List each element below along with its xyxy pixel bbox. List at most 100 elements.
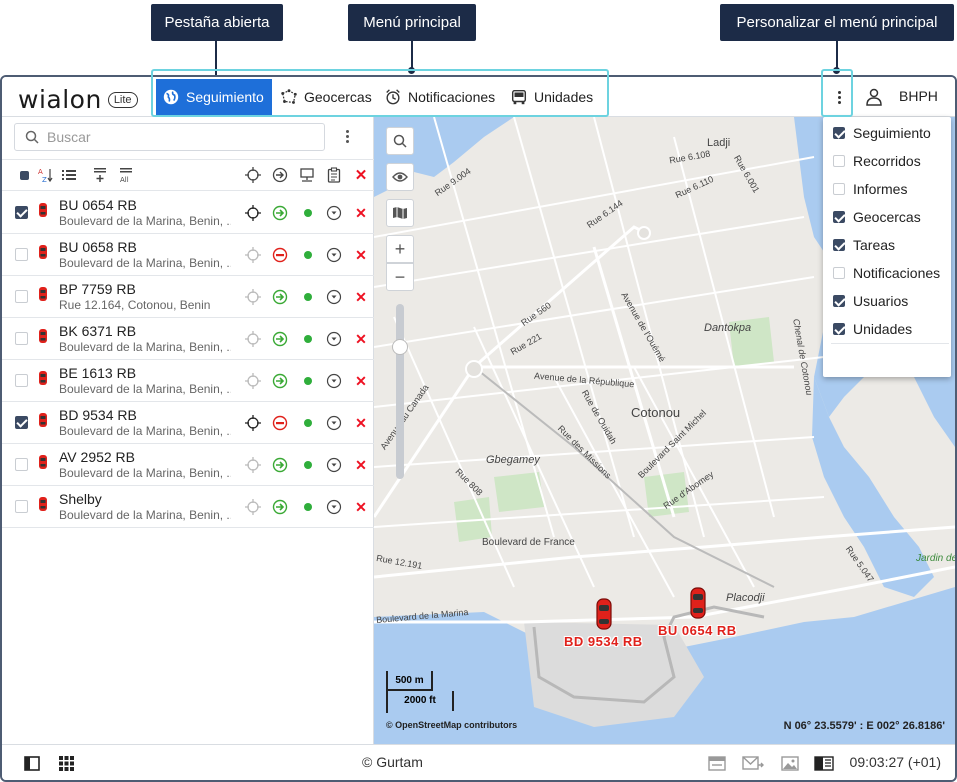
unit-row[interactable]: BP 7759 RB Rue 12.164, Cotonou, Benin ✕ (2, 276, 374, 318)
motion-arrow-icon[interactable] (271, 372, 289, 390)
locate-crosshair-icon[interactable] (244, 456, 262, 474)
menu-item[interactable]: Unidades (823, 315, 951, 343)
remove-all-icon[interactable]: ✕ (353, 167, 369, 184)
locate-crosshair-icon[interactable] (244, 414, 262, 432)
unit-checkbox[interactable] (15, 416, 28, 429)
unit-row[interactable]: AV 2952 RB Boulevard de la Marina, Benin… (2, 444, 374, 486)
stop-icon[interactable] (271, 246, 289, 264)
menu-item-checkbox[interactable] (833, 183, 845, 195)
unit-name[interactable]: BU 0654 RB (59, 197, 137, 213)
locate-crosshair-icon[interactable] (244, 288, 262, 306)
commands-dropdown-icon[interactable] (325, 330, 343, 348)
unit-marker-car-icon[interactable] (594, 597, 614, 631)
remove-unit-icon[interactable]: ✕ (352, 288, 370, 306)
tab-notificaciones[interactable]: Notificaciones (378, 79, 501, 115)
locate-header-icon[interactable] (245, 167, 261, 183)
map-attribution[interactable]: © OpenStreetMap contributors (386, 720, 517, 730)
unit-checkbox[interactable] (15, 290, 28, 303)
unit-name[interactable]: BU 0658 RB (59, 239, 137, 255)
user-name[interactable]: BHPH (899, 88, 938, 104)
commands-dropdown-icon[interactable] (325, 372, 343, 390)
locate-crosshair-icon[interactable] (244, 372, 262, 390)
unit-name[interactable]: BE 1613 RB (59, 365, 136, 381)
unit-row[interactable]: Shelby Boulevard de la Marina, Benin, ..… (2, 486, 374, 528)
zoom-in-button[interactable]: + (386, 235, 414, 263)
menu-item[interactable]: Seguimiento (823, 119, 951, 147)
unit-checkbox[interactable] (15, 500, 28, 513)
motion-arrow-icon[interactable] (271, 204, 289, 222)
map-search-button[interactable] (386, 127, 414, 155)
menu-item[interactable]: Tareas (823, 231, 951, 259)
unit-marker-label[interactable]: BU 0654 RB (658, 623, 737, 638)
add-group-icon[interactable] (92, 167, 108, 183)
unit-name[interactable]: BP 7759 RB (59, 281, 136, 297)
motion-arrow-icon[interactable] (271, 330, 289, 348)
menu-item-checkbox[interactable] (833, 323, 845, 335)
unit-row[interactable]: BU 0658 RB Boulevard de la Marina, Benin… (2, 234, 374, 276)
remove-unit-icon[interactable]: ✕ (352, 372, 370, 390)
image-icon[interactable] (781, 756, 799, 771)
unit-checkbox[interactable] (15, 458, 28, 471)
tab-unidades[interactable]: Unidades (504, 79, 599, 115)
unit-checkbox[interactable] (15, 206, 28, 219)
unit-name[interactable]: Shelby (59, 491, 102, 507)
footer-copyright[interactable]: © Gurtam (362, 754, 423, 770)
unit-name[interactable]: BD 9534 RB (59, 407, 137, 423)
unit-checkbox[interactable] (15, 248, 28, 261)
wialon-logo[interactable]: wialon Lite (18, 85, 138, 114)
zoom-slider-handle[interactable] (392, 339, 408, 355)
commands-dropdown-icon[interactable] (325, 414, 343, 432)
unit-row[interactable]: BD 9534 RB Boulevard de la Marina, Benin… (2, 402, 374, 444)
remove-unit-icon[interactable]: ✕ (352, 456, 370, 474)
select-all-checkbox[interactable] (16, 167, 32, 183)
tab-seguimiento[interactable]: Seguimiento (156, 79, 272, 115)
add-all-icon[interactable]: All (118, 167, 134, 183)
apps-grid-icon[interactable] (59, 756, 74, 771)
search-input[interactable]: Buscar (14, 123, 325, 151)
commands-dropdown-icon[interactable] (325, 246, 343, 264)
menu-item[interactable]: Geocercas (823, 203, 951, 231)
toggle-panel-icon[interactable] (24, 756, 40, 771)
motion-arrow-icon[interactable] (271, 288, 289, 306)
locate-crosshair-icon[interactable] (244, 246, 262, 264)
unit-name[interactable]: AV 2952 RB (59, 449, 135, 465)
user-icon[interactable] (864, 87, 884, 107)
unit-name[interactable]: BK 6371 RB (59, 323, 136, 339)
locate-crosshair-icon[interactable] (244, 330, 262, 348)
unit-row[interactable]: BK 6371 RB Boulevard de la Marina, Benin… (2, 318, 374, 360)
connection-header-icon[interactable] (299, 167, 315, 183)
layout-icon[interactable] (814, 756, 834, 771)
menu-item-checkbox[interactable] (833, 239, 845, 251)
motion-arrow-icon[interactable] (271, 456, 289, 474)
menu-item-checkbox[interactable] (833, 127, 845, 139)
unit-marker-label[interactable]: BD 9534 RB (564, 634, 643, 649)
menu-item-checkbox[interactable] (833, 155, 845, 167)
map-visibility-button[interactable] (386, 163, 414, 191)
list-view-icon[interactable] (61, 167, 77, 183)
tab-geocercas[interactable]: Geocercas (274, 79, 378, 115)
menu-item-checkbox[interactable] (833, 267, 845, 279)
sort-az-icon[interactable]: AZ (38, 167, 54, 183)
remove-unit-icon[interactable]: ✕ (352, 498, 370, 516)
commands-dropdown-icon[interactable] (325, 498, 343, 516)
motion-arrow-icon[interactable] (271, 498, 289, 516)
events-icon[interactable] (708, 756, 726, 771)
menu-item[interactable]: Recorridos (823, 147, 951, 175)
locate-crosshair-icon[interactable] (244, 498, 262, 516)
unit-checkbox[interactable] (15, 332, 28, 345)
remove-unit-icon[interactable]: ✕ (352, 330, 370, 348)
menu-item[interactable]: Informes (823, 175, 951, 203)
remove-unit-icon[interactable]: ✕ (352, 204, 370, 222)
locate-crosshair-icon[interactable] (244, 204, 262, 222)
commands-dropdown-icon[interactable] (325, 456, 343, 474)
unit-row[interactable]: BE 1613 RB Boulevard de la Marina, Benin… (2, 360, 374, 402)
menu-item-checkbox[interactable] (833, 211, 845, 223)
menu-item[interactable]: Usuarios (823, 287, 951, 315)
unit-row[interactable]: BU 0654 RB Boulevard de la Marina, Benin… (2, 192, 374, 234)
motion-header-icon[interactable] (272, 167, 288, 183)
unit-checkbox[interactable] (15, 374, 28, 387)
menu-item-checkbox[interactable] (833, 295, 845, 307)
unit-marker-car-icon[interactable] (688, 586, 708, 620)
commands-header-icon[interactable] (326, 167, 342, 183)
messages-icon[interactable] (742, 756, 764, 771)
